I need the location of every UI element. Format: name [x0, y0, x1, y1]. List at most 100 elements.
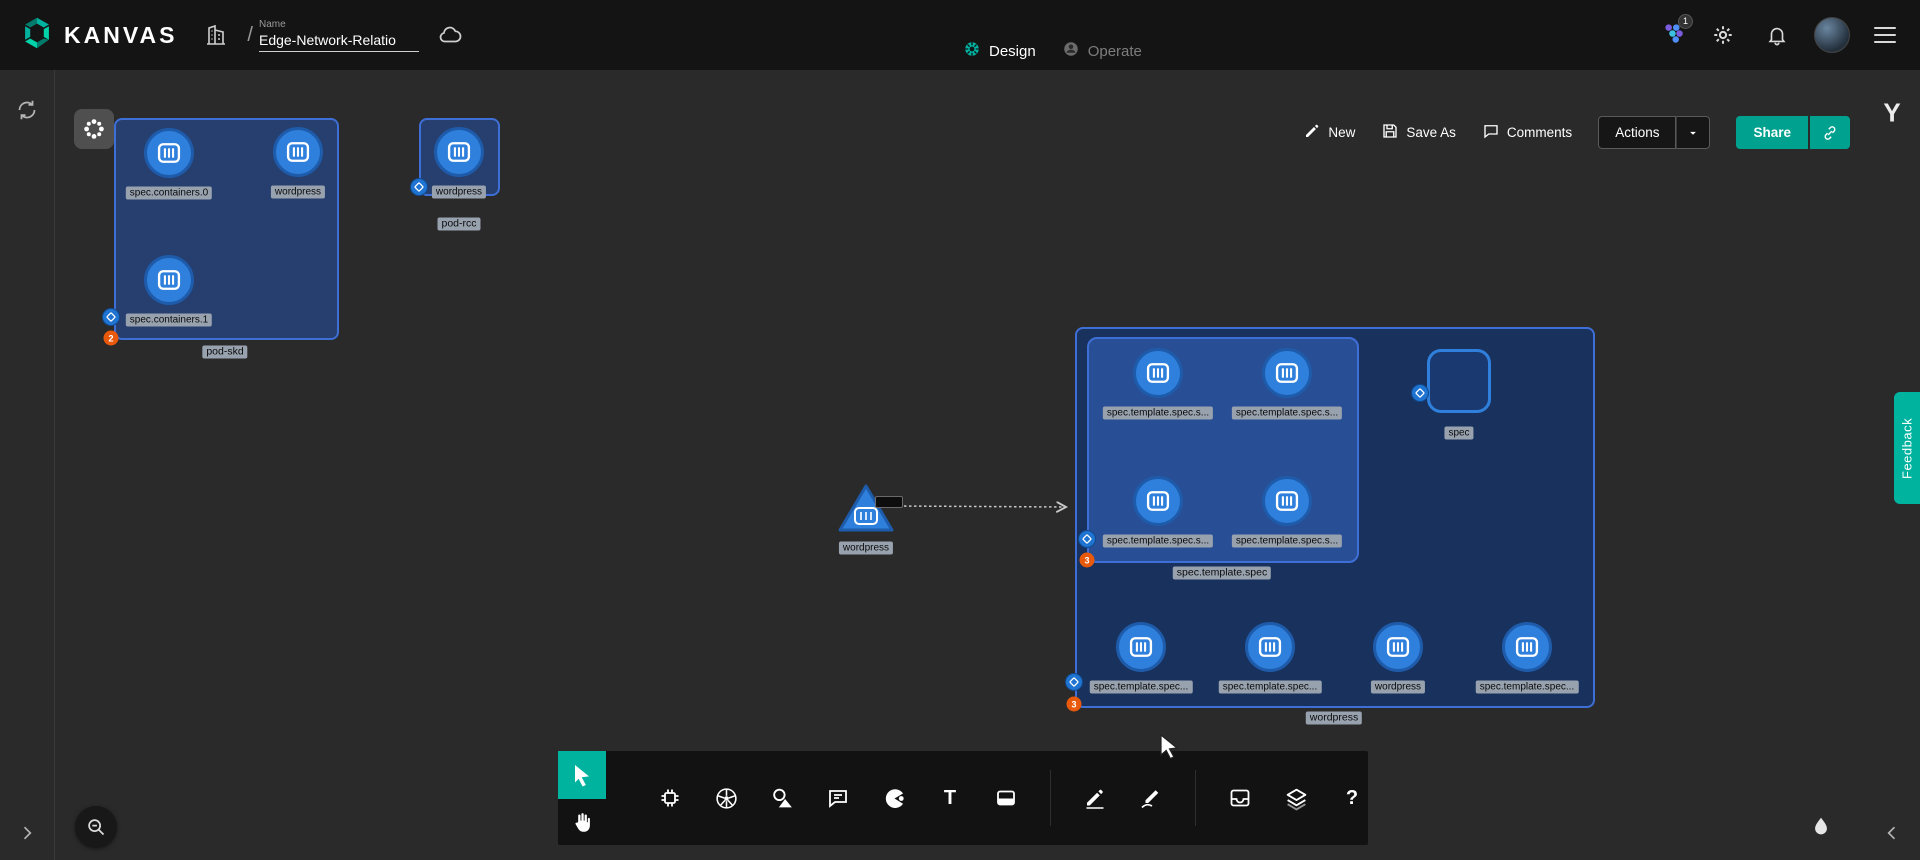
group-label: wordpress [1306, 712, 1362, 725]
layer5-logo[interactable]: Y [1883, 98, 1900, 129]
canvas-node[interactable] [1133, 476, 1183, 526]
tool-help-icon[interactable]: ? [1332, 778, 1372, 818]
canvas-node[interactable] [1133, 348, 1183, 398]
new-button[interactable]: New [1303, 122, 1355, 143]
operate-icon [1062, 40, 1080, 62]
tool-pen-icon[interactable] [1131, 778, 1171, 818]
tool-sticker-icon[interactable] [874, 778, 914, 818]
group-kind-badge[interactable] [102, 308, 120, 326]
group-kind-badge[interactable] [1078, 530, 1096, 548]
node-label: spec.template.spec... [1219, 681, 1322, 694]
tab-design-label: Design [989, 43, 1036, 60]
notification-count-badge[interactable]: 3 [1080, 553, 1095, 568]
zoom-search-button[interactable] [75, 806, 117, 848]
tool-shapes-icon[interactable] [762, 778, 802, 818]
expand-right-chevron-icon[interactable] [17, 823, 37, 843]
node-label: spec.containers.1 [126, 314, 212, 327]
organization-icon[interactable] [199, 18, 233, 52]
tool-component-icon[interactable] [650, 778, 690, 818]
history-sync-icon[interactable] [15, 98, 39, 122]
node-label: wordpress [271, 186, 325, 199]
ink-drop-button[interactable] [1800, 806, 1842, 848]
node-label: spec.containers.0 [126, 187, 212, 200]
canvas-action-bar: New Save As Comments Actions Share [1303, 116, 1850, 149]
tool-pencil-icon[interactable] [1075, 778, 1115, 818]
dock-left-column [558, 751, 606, 845]
canvas-node[interactable] [836, 482, 896, 534]
dock-tools-row: T [606, 751, 1372, 845]
feedback-tab[interactable]: Feedback [1894, 392, 1920, 504]
node-label: wordpress [432, 186, 486, 199]
save-icon [1381, 122, 1399, 143]
mode-tabs: Design Operate [963, 40, 1142, 62]
dock-separator [1195, 770, 1196, 826]
node-label: spec.template.spec... [1090, 681, 1193, 694]
canvas-node[interactable] [1245, 622, 1295, 672]
menu-icon[interactable] [1870, 23, 1900, 47]
notification-count-badge[interactable]: 3 [1067, 697, 1082, 712]
settings-gear-icon[interactable] [1706, 18, 1740, 52]
share-button[interactable]: Share [1736, 116, 1808, 149]
design-name-input[interactable]: Edge-Network-Relatio [259, 32, 419, 52]
tool-layers-icon[interactable] [1276, 778, 1316, 818]
kanvas-logo[interactable]: KANVAS [20, 16, 177, 55]
canvas-node[interactable] [1427, 349, 1491, 413]
group-kind-badge[interactable] [410, 178, 428, 196]
canvas-node[interactable] [273, 127, 323, 177]
design-icon [963, 40, 981, 62]
canvas-node[interactable] [1502, 622, 1552, 672]
canvas-node[interactable] [1116, 622, 1166, 672]
actions-dropdown-caret[interactable] [1676, 116, 1710, 149]
node-label: spec.template.spec.s... [1232, 407, 1342, 420]
canvas-node[interactable] [1262, 348, 1312, 398]
node-label: spec [1444, 427, 1473, 440]
canvas-node[interactable] [144, 255, 194, 305]
actions-button[interactable]: Actions [1598, 116, 1676, 149]
tool-dock: T [558, 751, 1368, 845]
header-right: 1 [1660, 17, 1900, 53]
user-avatar[interactable] [1814, 17, 1850, 53]
new-button-label: New [1328, 125, 1355, 140]
layout-grid-button[interactable] [74, 109, 114, 149]
tool-pan-hand-button[interactable] [558, 799, 606, 845]
canvas[interactable]: pod-skdpod-rccwordpressspec.template.spe… [0, 70, 1920, 860]
left-rail [0, 70, 55, 860]
tool-cursor-button[interactable] [558, 751, 606, 799]
node-label: spec.template.spec.s... [1103, 535, 1213, 548]
save-as-button[interactable]: Save As [1381, 122, 1456, 143]
group-kind-badge[interactable] [1065, 673, 1083, 691]
connection-count-badge: 1 [1678, 14, 1693, 29]
canvas-group-spec-template-spec[interactable] [1087, 337, 1359, 563]
tab-design[interactable]: Design [963, 40, 1036, 62]
canvas-node[interactable] [144, 128, 194, 178]
node-label: spec.template.spec.s... [1232, 535, 1342, 548]
copy-link-button[interactable] [1810, 116, 1850, 149]
comments-button-label: Comments [1507, 125, 1572, 140]
tool-comment-icon[interactable] [818, 778, 858, 818]
collapse-left-chevron-icon[interactable] [1882, 823, 1902, 843]
tab-operate-label: Operate [1088, 43, 1142, 60]
tab-operate[interactable]: Operate [1062, 40, 1142, 62]
canvas-node[interactable] [434, 127, 484, 177]
canvas-node[interactable] [1373, 622, 1423, 672]
comments-button[interactable]: Comments [1482, 122, 1572, 143]
tool-kubernetes-icon[interactable] [706, 778, 746, 818]
comment-icon [1482, 122, 1500, 143]
cloud-sync-icon[interactable] [433, 18, 467, 52]
group-kind-badge[interactable] [1411, 384, 1429, 402]
group-label: spec.template.spec [1173, 567, 1271, 580]
tool-drawer-icon[interactable] [1220, 778, 1260, 818]
canvas-node[interactable] [1262, 476, 1312, 526]
notifications-bell-icon[interactable] [1760, 18, 1794, 52]
cluster-connections-icon[interactable]: 1 [1660, 20, 1686, 51]
breadcrumb-separator: / [247, 24, 253, 47]
group-label: pod-skd [202, 346, 247, 359]
tool-text-icon[interactable]: T [930, 778, 970, 818]
node-label: spec.template.spec... [1476, 681, 1579, 694]
tool-frame-icon[interactable] [986, 778, 1026, 818]
header: KANVAS / Name Edge-Network-Relatio Desig… [0, 0, 1920, 70]
notification-count-badge[interactable]: 2 [104, 331, 119, 346]
text-tool-glyph: T [944, 787, 956, 810]
share-split-button: Share [1736, 116, 1850, 149]
kanvas-logo-icon [20, 16, 54, 55]
